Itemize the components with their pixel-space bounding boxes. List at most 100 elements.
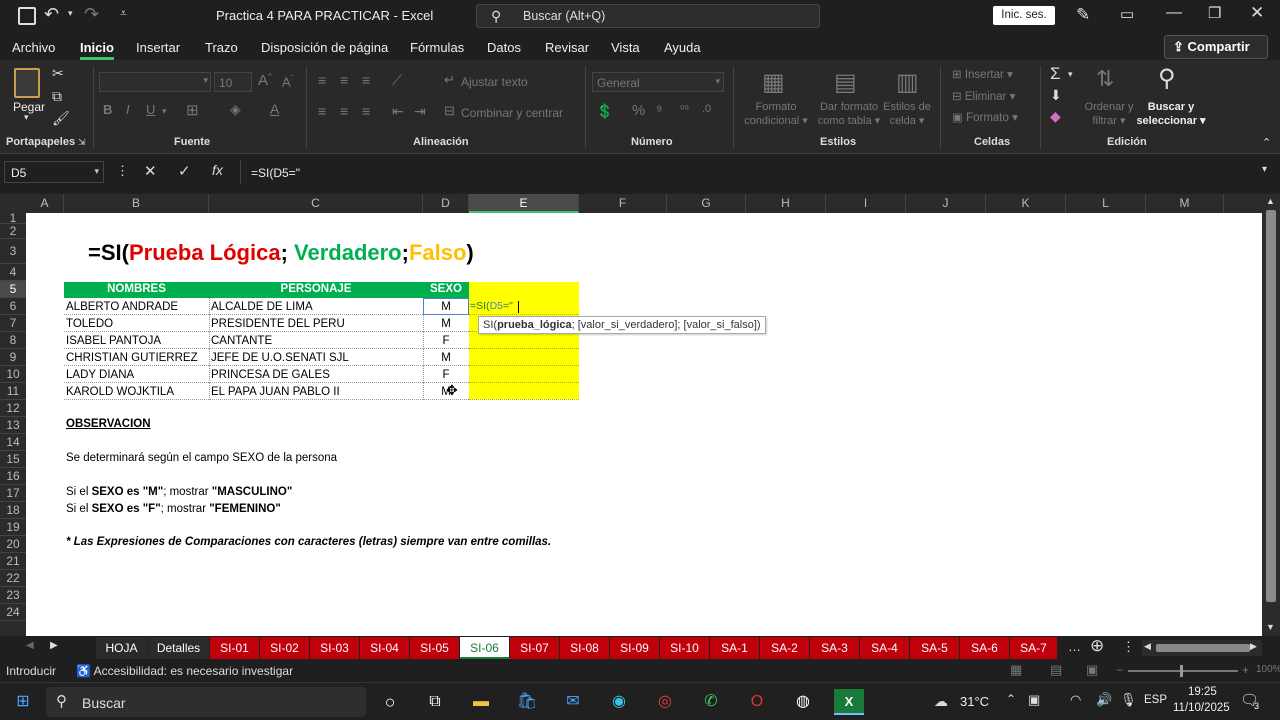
find-select-icon[interactable]: ⚲ bbox=[1158, 64, 1176, 93]
number-format-select[interactable]: General ▾ bbox=[592, 72, 724, 92]
close-icon[interactable]: ✕ bbox=[1250, 3, 1264, 23]
volume-icon[interactable]: 🔊 bbox=[1096, 692, 1112, 708]
share-button[interactable]: ⇪ Compartir bbox=[1164, 35, 1268, 59]
row-header-10[interactable]: 10 bbox=[0, 366, 26, 383]
cell-styles-icon[interactable]: ▥ bbox=[896, 68, 919, 97]
zoom-level[interactable]: 100% bbox=[1256, 664, 1280, 675]
cell-nombre[interactable]: KAROLD WOJKTILA bbox=[66, 386, 207, 398]
sheet-tab[interactable]: Detalles bbox=[148, 637, 210, 659]
decrease-font-icon[interactable]: Aˇ bbox=[282, 74, 293, 89]
comma-icon[interactable]: ⁹ bbox=[656, 102, 662, 119]
meet-icon[interactable]: ▣ bbox=[1028, 692, 1040, 708]
merge-label[interactable]: Combinar y centrar bbox=[461, 106, 563, 120]
increase-decimal-icon[interactable]: ⁰⁰ bbox=[680, 103, 689, 116]
conditional-format-label[interactable]: Formato condicional ▾ bbox=[740, 100, 812, 128]
cell-personaje[interactable]: EL PAPA JUAN PABLO II bbox=[211, 386, 421, 398]
borders-icon[interactable]: ⊞ bbox=[186, 101, 199, 119]
copy-icon[interactable]: ⧉ bbox=[52, 88, 62, 105]
sheet-tab[interactable]: SI-03 bbox=[310, 637, 360, 659]
collapse-ribbon-icon[interactable]: ⌃ bbox=[1262, 136, 1271, 149]
expand-formula-icon[interactable]: ▾ bbox=[1262, 164, 1267, 175]
cell-sexo[interactable]: M bbox=[425, 318, 467, 330]
row-header-7[interactable]: 7 bbox=[0, 315, 26, 332]
mail-icon[interactable]: ✉ bbox=[558, 689, 588, 715]
increase-indent-icon[interactable]: ⇥ bbox=[414, 103, 426, 120]
row-header-9[interactable]: 9 bbox=[0, 349, 26, 366]
page-break-icon[interactable]: ▣ bbox=[1086, 662, 1098, 678]
tab-archivo[interactable]: Archivo bbox=[12, 40, 55, 55]
spreadsheet-grid[interactable]: A B C D E F G H I J K L M 1 2 3 4 5 6 7 8 9 10 11 1… bbox=[0, 194, 1280, 636]
temperature[interactable]: 31°C bbox=[960, 694, 989, 709]
col-header-c[interactable]: C bbox=[209, 194, 423, 213]
tab-disposicion[interactable]: Disposición de página bbox=[261, 40, 388, 55]
cell-sexo[interactable]: F bbox=[425, 369, 467, 381]
tab-revisar[interactable]: Revisar bbox=[545, 40, 589, 55]
tab-vista[interactable]: Vista bbox=[611, 40, 640, 55]
page-layout-icon[interactable]: ▤ bbox=[1050, 662, 1062, 678]
row-header-8[interactable]: 8 bbox=[0, 332, 26, 349]
autosum-dropdown-icon[interactable]: ▾ bbox=[1068, 69, 1073, 80]
format-painter-icon[interactable]: 🖌 bbox=[52, 110, 70, 127]
currency-icon[interactable]: 💲 bbox=[596, 103, 613, 120]
row-header-17[interactable]: 17 bbox=[0, 485, 26, 502]
row-header-11[interactable]: 11 bbox=[0, 383, 26, 400]
cell-nombre[interactable]: ISABEL PANTOJA bbox=[66, 335, 207, 347]
row-header-16[interactable]: 16 bbox=[0, 468, 26, 485]
paste-label[interactable]: Pegar bbox=[13, 100, 45, 114]
tab-trazo[interactable]: Trazo bbox=[205, 40, 238, 55]
zoom-in-icon[interactable]: + bbox=[1242, 663, 1249, 677]
row-header-13[interactable]: 13 bbox=[0, 417, 26, 434]
wrap-text-icon[interactable]: ↵ bbox=[444, 72, 455, 88]
format-table-icon[interactable]: ▤ bbox=[834, 68, 857, 97]
row-header-20[interactable]: 20 bbox=[0, 536, 26, 553]
row-header-4[interactable]: 4 bbox=[0, 264, 26, 281]
opera-icon[interactable]: O bbox=[742, 689, 772, 715]
taskbar-search[interactable]: ⚲ Buscar bbox=[46, 687, 366, 717]
sheet-tab[interactable]: SI-05 bbox=[410, 637, 460, 659]
accessibility-status[interactable]: ♿ Accesibilidad: es necesario investigar bbox=[76, 664, 293, 678]
cell-nombre[interactable]: CHRISTIAN GUTIERREZ bbox=[66, 352, 207, 364]
sheet-tab[interactable]: SI-10 bbox=[660, 637, 710, 659]
undo-dropdown-icon[interactable]: ▾ bbox=[68, 8, 73, 19]
col-header-f[interactable]: F bbox=[579, 194, 667, 213]
sheet-tab[interactable]: SI-07 bbox=[510, 637, 560, 659]
percent-icon[interactable]: % bbox=[632, 102, 645, 119]
font-name-select[interactable]: ▾ bbox=[99, 72, 211, 92]
tray-expand-icon[interactable]: ⌃ bbox=[1006, 692, 1016, 706]
row-header-5[interactable]: 5 bbox=[0, 281, 26, 298]
tab-ayuda[interactable]: Ayuda bbox=[664, 40, 701, 55]
cortana-icon[interactable]: ○ bbox=[375, 689, 405, 715]
cell-nombre[interactable]: TOLEDO bbox=[66, 318, 207, 330]
enter-icon[interactable]: ✓ bbox=[178, 162, 191, 180]
obs-icon[interactable]: ◍ bbox=[788, 689, 818, 715]
row-header-18[interactable]: 18 bbox=[0, 502, 26, 519]
more-sheets-icon[interactable]: … bbox=[1068, 639, 1081, 654]
row-header-22[interactable]: 22 bbox=[0, 570, 26, 587]
weather-icon[interactable]: ☁ bbox=[934, 693, 948, 710]
tab-insertar[interactable]: Insertar bbox=[136, 40, 180, 55]
zoom-out-icon[interactable]: − bbox=[1116, 663, 1123, 677]
delete-cells-button[interactable]: ⊟ Eliminar ▾ bbox=[952, 89, 1015, 103]
align-middle-icon[interactable]: ≡ bbox=[340, 72, 348, 88]
fill-color-icon[interactable]: ◈ bbox=[230, 101, 241, 118]
whatsapp-icon[interactable]: ✆ bbox=[696, 689, 726, 715]
sort-filter-icon[interactable]: ⇅ bbox=[1096, 66, 1114, 92]
network-icon[interactable]: ◠ bbox=[1070, 692, 1081, 708]
prev-sheet-icon[interactable]: ◀ bbox=[26, 640, 34, 651]
row-header-24[interactable]: 24 bbox=[0, 604, 26, 621]
cell-sexo[interactable]: M bbox=[425, 352, 467, 364]
format-cells-button[interactable]: ▣ Formato ▾ bbox=[952, 110, 1018, 124]
pen-icon[interactable]: ✎ bbox=[1076, 5, 1090, 25]
sheet-tab[interactable]: SI-01 bbox=[210, 637, 260, 659]
increase-font-icon[interactable]: A^ bbox=[258, 72, 272, 89]
tab-inicio[interactable]: Inicio bbox=[80, 40, 114, 60]
row-header-14[interactable]: 14 bbox=[0, 434, 26, 451]
formula-input[interactable]: =SI(D5=" bbox=[240, 160, 1260, 184]
sheet-tab[interactable]: SA-4 bbox=[860, 637, 910, 659]
sheet-tab[interactable]: SA-7 bbox=[1010, 637, 1058, 659]
sheet-tab[interactable]: SA-1 bbox=[710, 637, 760, 659]
row-header-21[interactable]: 21 bbox=[0, 553, 26, 570]
file-explorer-icon[interactable]: ▬ bbox=[466, 689, 496, 715]
vertical-scrollbar[interactable]: ▲ ▼ bbox=[1262, 194, 1280, 636]
sort-filter-label[interactable]: Ordenar y filtrar ▾ bbox=[1080, 100, 1138, 128]
